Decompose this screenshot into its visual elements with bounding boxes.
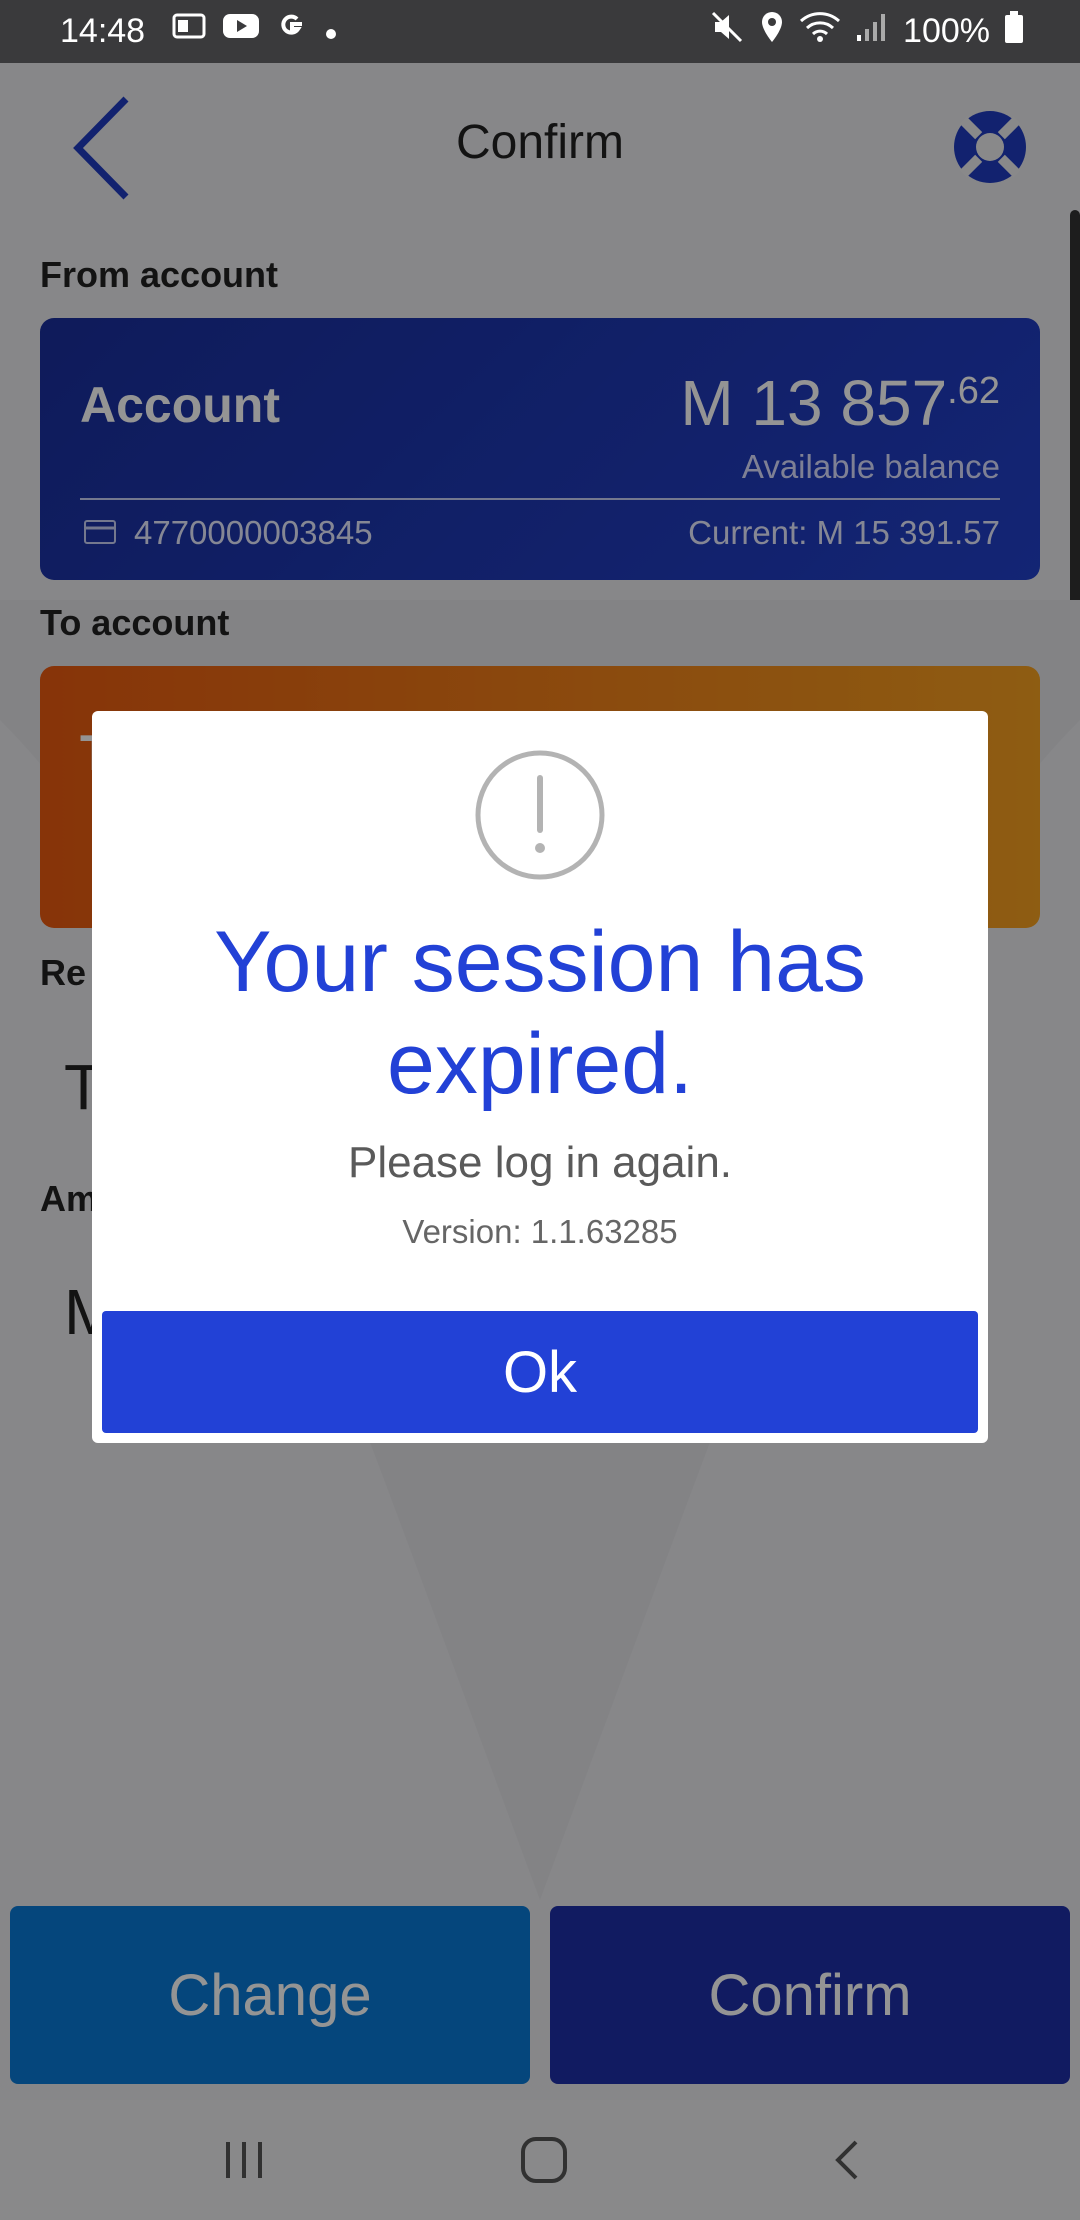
exclamation-circle-icon bbox=[475, 750, 605, 880]
google-icon bbox=[276, 10, 308, 51]
wifi-icon bbox=[799, 11, 841, 52]
location-icon bbox=[759, 10, 785, 53]
dialog-message: Please log in again. bbox=[347, 1138, 733, 1187]
session-expired-dialog: Your session has expired. Please log in … bbox=[92, 711, 988, 1443]
ok-button[interactable]: Ok bbox=[102, 1311, 978, 1433]
app-version: Version: 1.1.63285 bbox=[402, 1213, 678, 1250]
battery-icon bbox=[1004, 10, 1024, 53]
mute-icon bbox=[711, 11, 745, 52]
status-bar: 14:48 100% bbox=[0, 0, 1080, 63]
battery-percent: 100% bbox=[903, 12, 990, 50]
signal-icon bbox=[855, 11, 889, 52]
youtube-icon bbox=[222, 11, 260, 50]
dialog-title: Your session has expired. bbox=[214, 914, 866, 1112]
outlook-icon bbox=[172, 11, 206, 50]
status-time: 14:48 bbox=[60, 12, 146, 50]
dot-icon bbox=[324, 11, 338, 50]
